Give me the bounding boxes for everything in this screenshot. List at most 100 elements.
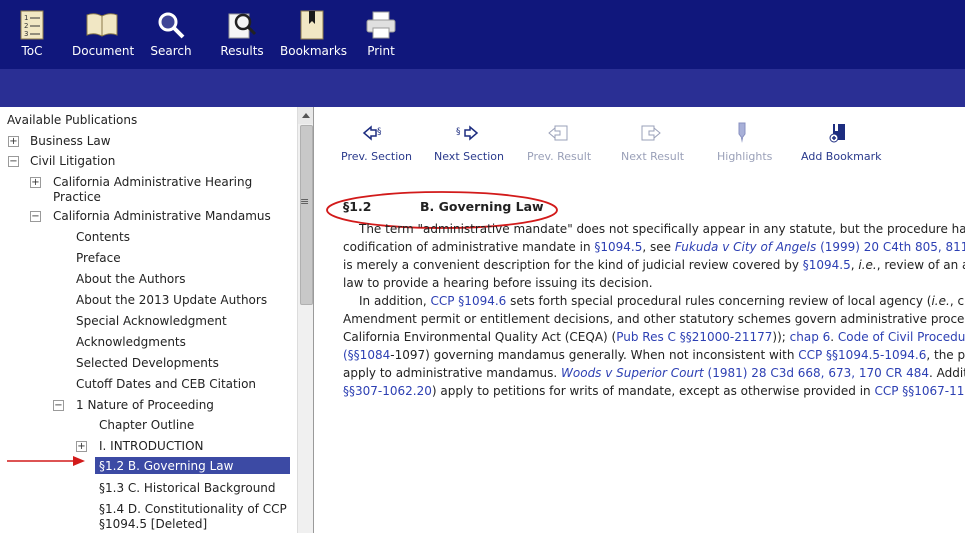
prev-section-button[interactable]: § Prev. Section — [341, 120, 412, 163]
tree-item-chapter-outline[interactable]: Chapter Outline — [99, 418, 194, 433]
text-run: , the provis — [926, 348, 965, 362]
toc-button[interactable]: 123 ToC — [14, 8, 50, 58]
pane-divider[interactable] — [313, 107, 314, 533]
tree-item-cutoff[interactable]: Cutoff Dates and CEB Citation — [76, 377, 256, 392]
text-run: -1097) governing mandamus generally. Whe… — [390, 348, 799, 362]
section-title: B. Governing Law — [420, 199, 544, 214]
svg-text:§: § — [377, 127, 382, 137]
search-button[interactable]: Search — [150, 8, 192, 58]
svg-text:2: 2 — [24, 22, 28, 30]
text-run: codification of administrative mandate i… — [343, 240, 595, 254]
tree-item-selected-dev[interactable]: Selected Developments — [76, 356, 219, 371]
paragraph-line: is merely a convenient description for t… — [343, 256, 965, 274]
paragraph-line: The term "administrative mandate" does n… — [359, 222, 965, 236]
citation-link[interactable]: CCP §§1067-1110b — [874, 384, 965, 398]
text-run: is merely a convenient description for t… — [343, 258, 803, 272]
tree-item-historical[interactable]: §1.3 C. Historical Background — [99, 481, 276, 496]
search-label: Search — [150, 44, 192, 58]
add-bookmark-icon — [829, 124, 845, 143]
expand-icon[interactable]: + — [8, 136, 19, 147]
tree-item-about-2013[interactable]: About the 2013 Update Authors — [76, 293, 267, 308]
bookmark-icon — [300, 10, 324, 40]
tree-scrollbar[interactable] — [297, 107, 314, 533]
prev-result-button[interactable]: Prev. Result — [527, 120, 591, 163]
citation-link[interactable]: §1094.5 — [594, 240, 642, 254]
bookmarks-label: Bookmarks — [280, 44, 348, 58]
bookmarks-button[interactable]: Bookmarks — [280, 8, 348, 58]
next-result-label: Next Result — [621, 150, 685, 163]
printer-icon — [366, 11, 396, 39]
pane-splitter-grip-icon[interactable]: ≡ — [300, 196, 309, 207]
prev-section-icon: § — [362, 125, 382, 141]
tree-item-preface[interactable]: Preface — [76, 251, 121, 266]
document-content: §1.2 B. Governing Law The term "administr… — [343, 198, 965, 400]
citation-link[interactable]: Code of Civil Procedure § — [838, 330, 965, 344]
paragraph-1: The term "administrative mandate" does n… — [343, 220, 965, 292]
citation-link[interactable]: §1094.5 — [803, 258, 851, 272]
toc-label: ToC — [21, 44, 43, 58]
results-button[interactable]: Results — [219, 8, 265, 58]
collapse-icon[interactable]: − — [8, 156, 19, 167]
print-button[interactable]: Print — [362, 8, 400, 58]
text-run: . Additional — [929, 366, 965, 380]
tree-item-nature[interactable]: 1 Nature of Proceeding — [76, 398, 214, 413]
next-section-icon: § — [456, 125, 479, 141]
collapse-icon[interactable]: − — [53, 400, 64, 411]
tree-item-acknowledgments[interactable]: Acknowledgments — [76, 335, 186, 350]
expand-icon[interactable]: + — [76, 441, 87, 452]
text-run: In addition, — [359, 294, 431, 308]
case-citation-link[interactable]: (1999) 20 C4th 805, 811, 85 — [816, 240, 965, 254]
paragraph-line: codification of administrative mandate i… — [343, 238, 965, 256]
annotation-arrow-icon — [7, 456, 85, 466]
citation-link[interactable]: CCP §1094.6 — [431, 294, 507, 308]
tree-item-business-law[interactable]: Business Law — [30, 134, 111, 149]
highlighter-icon — [738, 122, 746, 143]
highlights-label: Highlights — [717, 150, 773, 163]
next-result-icon — [641, 125, 661, 141]
collapse-icon[interactable]: − — [30, 211, 41, 222]
tree-item-introduction[interactable]: I. INTRODUCTION — [99, 439, 204, 454]
chapter-link[interactable]: chap 6 — [790, 330, 831, 344]
tree-item-about-authors[interactable]: About the Authors — [76, 272, 185, 287]
scroll-up-arrow-icon[interactable] — [298, 107, 314, 124]
add-bookmark-button[interactable]: Add Bookmark — [801, 120, 882, 163]
citation-link[interactable]: Pub Res C §§21000-21177 — [616, 330, 772, 344]
svg-text:1: 1 — [24, 14, 28, 22]
tree-item-contents[interactable]: Contents — [76, 230, 130, 245]
case-link[interactable]: Woods v Superior Court — [561, 366, 704, 380]
highlights-button[interactable]: Highlights — [717, 120, 773, 163]
print-label: Print — [367, 44, 395, 58]
section-number: §1.2 — [343, 199, 372, 214]
document-label: Document — [72, 44, 135, 58]
text-run: . — [830, 330, 838, 344]
citation-link[interactable]: (§§1084 — [343, 348, 390, 362]
case-citation-link[interactable]: (1981) 28 C3d 668, 673, 170 CR 484 — [704, 366, 929, 380]
text-run: , review of an adjudic — [876, 258, 965, 272]
paragraph-line: (§§1084-1097) governing mandamus general… — [343, 346, 965, 364]
tree-item-cal-admin-hearing[interactable]: California Administrative Hearing — [53, 175, 252, 190]
main-toolbar: 123 ToC Document Search Results Bookmark… — [0, 0, 965, 69]
text-run: , city o — [949, 294, 965, 308]
svg-text:§: § — [456, 127, 461, 137]
svg-text:3: 3 — [24, 30, 28, 38]
next-section-button[interactable]: § Next Section — [434, 120, 504, 163]
tree-item-constitutionality[interactable]: §1.4 D. Constitutionality of CCP — [99, 502, 287, 517]
paragraph-line: In addition, CCP §1094.6 sets forth spec… — [343, 292, 965, 310]
tree-item-cal-admin-mandamus[interactable]: California Administrative Mandamus — [53, 209, 271, 224]
tree-item-cal-admin-hearing-cont[interactable]: Practice — [53, 190, 101, 205]
expand-icon[interactable]: + — [30, 177, 41, 188]
citation-link[interactable]: CCP §§1094.5-1094.6 — [798, 348, 926, 362]
tree-item-governing-law[interactable]: §1.2 B. Governing Law — [99, 459, 233, 474]
book-icon — [86, 13, 118, 37]
text-run: i.e. — [858, 258, 877, 272]
scroll-thumb[interactable] — [300, 125, 313, 305]
tree-item-civil-litigation[interactable]: Civil Litigation — [30, 154, 115, 169]
tree-item-special-ack[interactable]: Special Acknowledgment — [76, 314, 227, 329]
text-run: , see — [642, 240, 675, 254]
tree-item-constitutionality-cont[interactable]: §1094.5 [Deleted] — [99, 517, 207, 532]
case-link[interactable]: Fukuda v City of Angels — [675, 240, 816, 254]
next-result-button[interactable]: Next Result — [621, 120, 685, 163]
text-run: i.e. — [931, 294, 950, 308]
citation-link[interactable]: §§307-1062.20 — [343, 384, 432, 398]
document-button[interactable]: Document — [72, 8, 135, 58]
